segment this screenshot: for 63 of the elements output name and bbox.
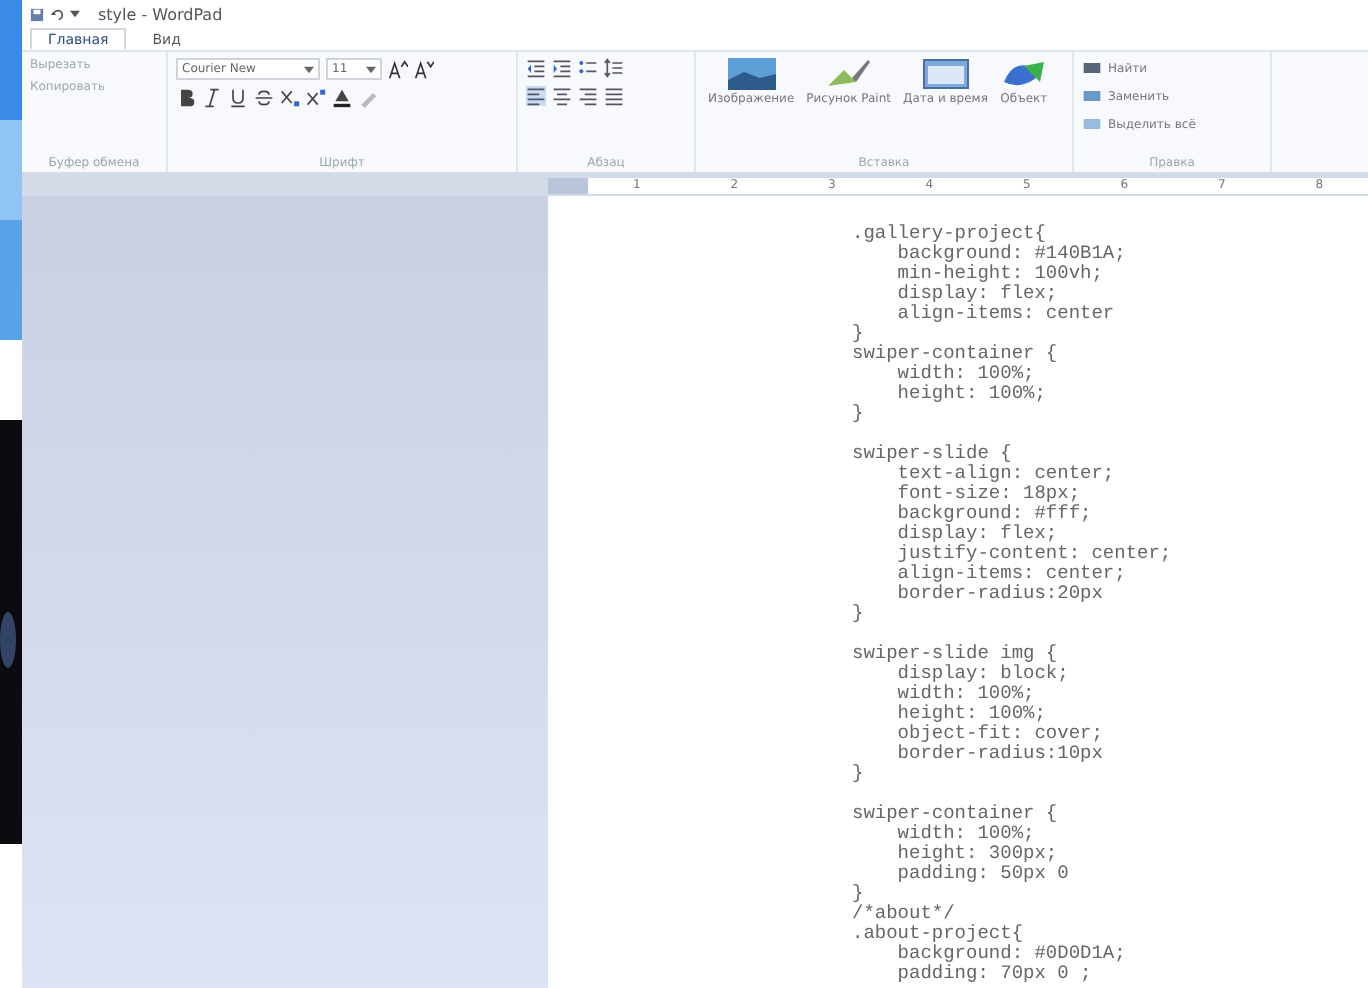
dropdown-icon[interactable] — [366, 65, 376, 73]
code-line: swiper-container { — [852, 342, 1058, 364]
text-color-icon[interactable] — [332, 88, 352, 108]
code-line: display: flex; — [895, 522, 1058, 544]
code-line: swiper-container { — [852, 802, 1058, 824]
code-line: } — [852, 322, 864, 344]
dropdown-icon[interactable] — [70, 10, 80, 18]
align-left-icon[interactable] — [526, 86, 546, 106]
object-icon — [999, 58, 1048, 90]
code-line: object-fit: cover; — [895, 722, 1103, 744]
line-spacing-icon[interactable] — [604, 58, 624, 78]
code-line: border-radius:20px — [895, 582, 1103, 604]
code-line: background: #fff; — [895, 502, 1092, 524]
code-line: height: 300px; — [895, 842, 1058, 864]
undo-icon[interactable] — [50, 7, 64, 21]
underline-icon[interactable] — [228, 88, 248, 108]
code-line: display: block; — [895, 662, 1069, 684]
italic-icon[interactable] — [202, 88, 222, 108]
calendar-icon — [921, 58, 970, 90]
code-line: swiper-slide img { — [852, 642, 1058, 664]
save-icon[interactable] — [30, 7, 44, 21]
align-center-icon[interactable] — [552, 86, 572, 106]
strikethrough-icon[interactable] — [254, 88, 274, 108]
code-line: width: 100%; — [895, 682, 1035, 704]
grow-font-icon[interactable] — [388, 59, 408, 79]
code-line: .about-project{ — [852, 922, 1024, 944]
code-line: padding: 50px 0 — [895, 862, 1069, 884]
dropdown-icon[interactable] — [304, 65, 314, 73]
paragraph-icon[interactable] — [604, 86, 624, 106]
code-line: width: 100%; — [895, 362, 1035, 384]
code-line: justify-content: center; — [895, 542, 1172, 564]
shrink-font-icon[interactable] — [414, 59, 434, 79]
align-right-icon[interactable] — [578, 86, 598, 106]
window-title: style - WordPad — [98, 5, 223, 23]
code-line: min-height: 100vh; — [895, 262, 1103, 284]
code-line: width: 100%; — [895, 822, 1035, 844]
subscript-icon[interactable] — [280, 88, 300, 108]
code-line: swiper-slide { — [852, 442, 1012, 464]
code-line: border-radius:10px — [895, 742, 1103, 764]
code-line: .gallery-project{ — [852, 222, 1046, 244]
image-icon — [727, 58, 776, 90]
code-line: } — [852, 402, 864, 424]
code-line: } — [852, 602, 864, 624]
code-line: /*about*/ — [852, 902, 955, 924]
code-line: height: 100%; — [895, 702, 1046, 724]
code-line: text-align: center; — [895, 462, 1115, 484]
code-line: } — [852, 882, 864, 904]
code-line: background: #0D0D1A; — [895, 942, 1126, 964]
superscript-icon[interactable] — [306, 88, 326, 108]
code-line: font-size: 18px; — [895, 482, 1081, 504]
increase-indent-icon[interactable] — [552, 58, 572, 78]
code-line: align-items: center; — [895, 562, 1126, 584]
decrease-indent-icon[interactable] — [526, 58, 546, 78]
code-line: background: #140B1A; — [895, 242, 1126, 264]
bold-icon[interactable] — [176, 88, 196, 108]
code-line: } — [852, 762, 864, 784]
bullet-list-icon[interactable] — [578, 58, 598, 78]
document-page[interactable] — [548, 196, 1368, 988]
brush-icon — [824, 58, 873, 90]
code-line: height: 100%; — [895, 382, 1046, 404]
code-line: align-items: center — [895, 302, 1115, 324]
code-line: padding: 70px 0 ; — [895, 962, 1092, 984]
code-line: display: flex; — [895, 282, 1058, 304]
